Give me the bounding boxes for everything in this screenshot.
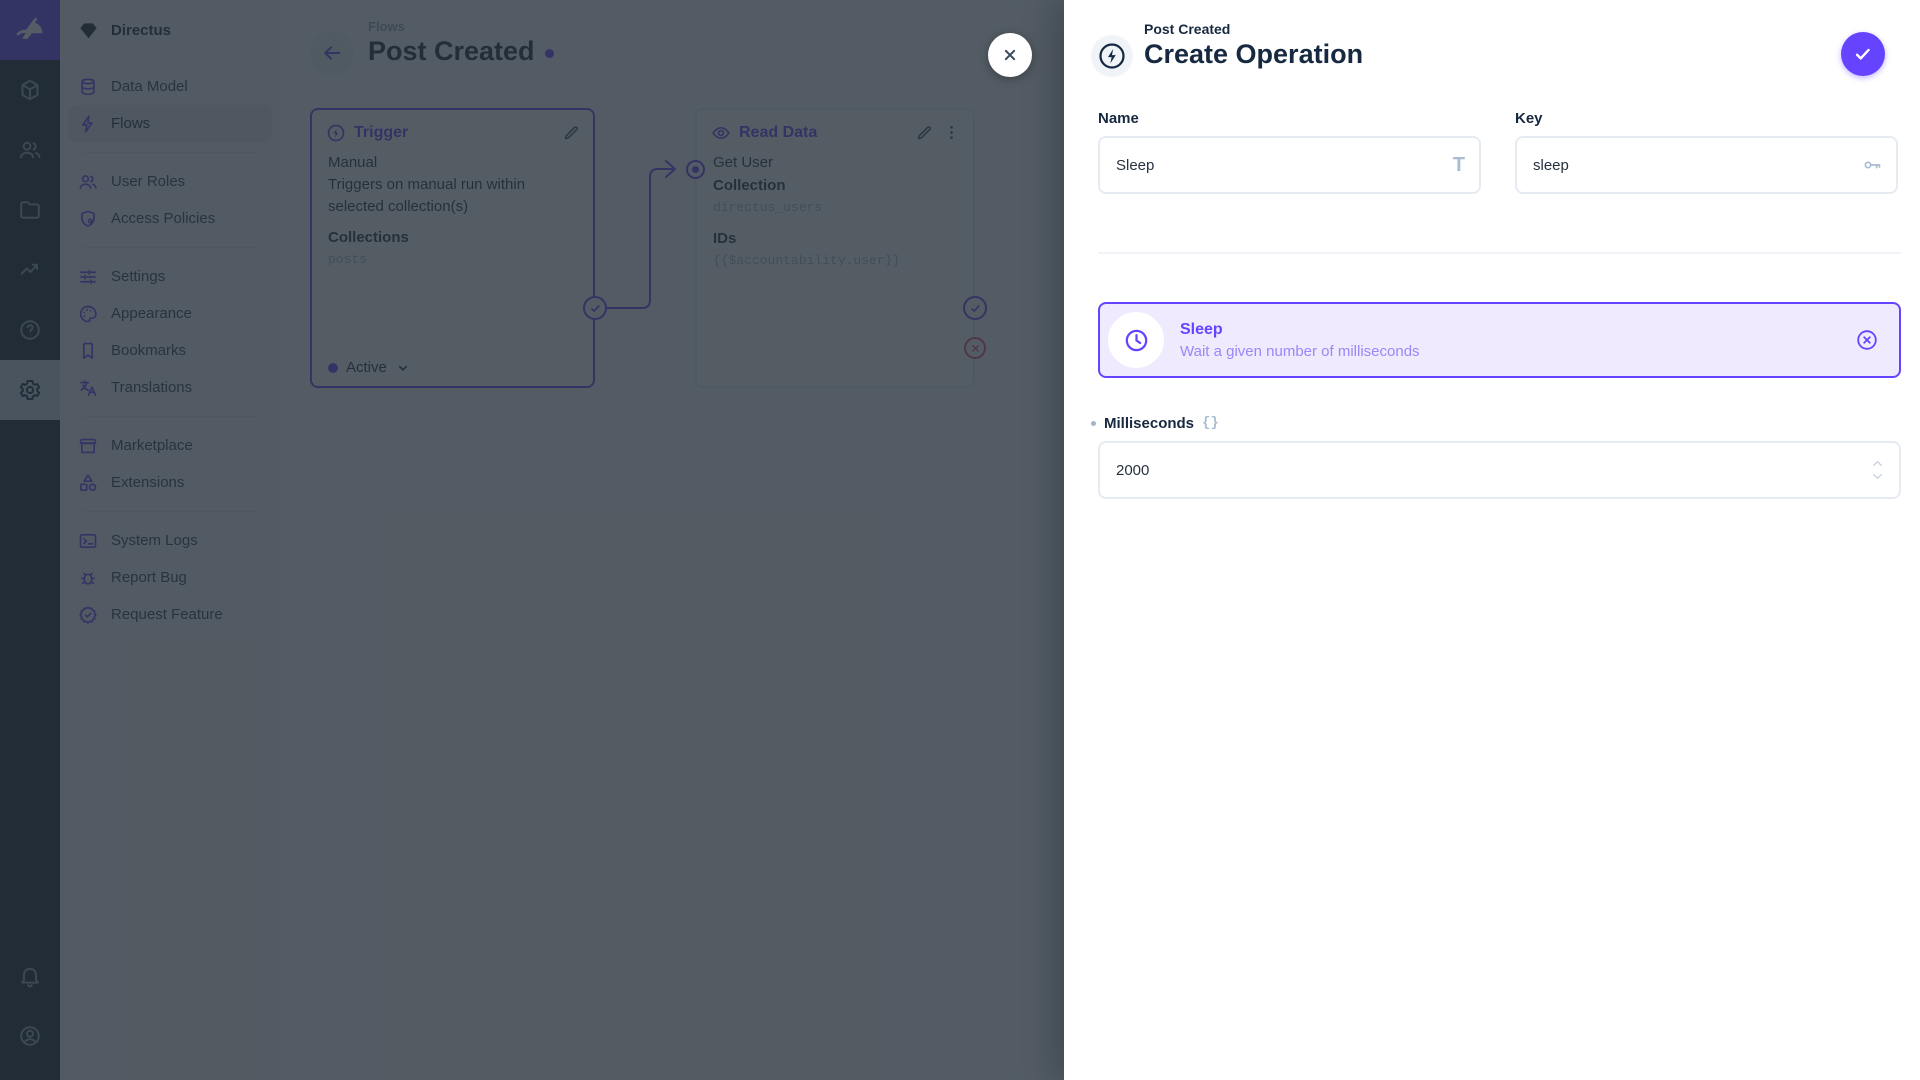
operation-type-card-sleep[interactable]: Sleep Wait a given number of millisecond… bbox=[1098, 302, 1901, 378]
name-field: Name T bbox=[1098, 110, 1481, 194]
drawer-title: Create Operation bbox=[1144, 39, 1364, 69]
check-icon bbox=[1855, 48, 1870, 60]
operation-card-texts: Sleep Wait a given number of millisecond… bbox=[1180, 321, 1420, 360]
close-icon bbox=[1004, 49, 1016, 61]
key-field: Key bbox=[1515, 110, 1898, 194]
key-input-box bbox=[1515, 136, 1898, 194]
milliseconds-input[interactable] bbox=[1116, 461, 1870, 479]
operation-card-description: Wait a given number of milliseconds bbox=[1180, 342, 1420, 360]
circled-x-icon bbox=[1857, 330, 1877, 350]
raw-value-braces-icon[interactable]: {} bbox=[1202, 415, 1219, 431]
milliseconds-input-box bbox=[1098, 441, 1901, 499]
key-icon bbox=[1862, 155, 1882, 175]
milliseconds-label: Milliseconds bbox=[1104, 414, 1195, 432]
required-dot bbox=[1091, 420, 1096, 426]
name-input[interactable] bbox=[1116, 156, 1453, 174]
drawer-close-button[interactable] bbox=[988, 33, 1032, 77]
title-case-icon: T bbox=[1452, 154, 1465, 176]
clock-icon bbox=[1108, 312, 1164, 368]
milliseconds-field: Milliseconds {} bbox=[1091, 414, 1901, 499]
save-button[interactable] bbox=[1841, 32, 1885, 76]
section-divider bbox=[1098, 252, 1901, 254]
directus-app: Directus Data Model Flows User Roles Acc… bbox=[0, 0, 1920, 1080]
circled-bolt-icon bbox=[1099, 43, 1125, 69]
operation-card-title: Sleep bbox=[1180, 320, 1223, 338]
deselect-operation-button[interactable] bbox=[1855, 328, 1879, 352]
key-input[interactable] bbox=[1533, 156, 1862, 174]
milliseconds-label-row: Milliseconds {} bbox=[1091, 414, 1901, 432]
drawer-breadcrumb: Post Created bbox=[1144, 21, 1231, 37]
create-operation-drawer: Post Created Create Operation Name T Key bbox=[1064, 0, 1920, 1080]
drawer-dim-overlay[interactable] bbox=[0, 0, 1064, 1080]
key-label: Key bbox=[1515, 109, 1543, 127]
stepper-up-icon[interactable] bbox=[1870, 458, 1885, 469]
number-stepper bbox=[1870, 458, 1885, 482]
name-input-box: T bbox=[1098, 136, 1481, 194]
stepper-down-icon[interactable] bbox=[1870, 471, 1885, 482]
name-label: Name bbox=[1098, 109, 1139, 127]
drawer-header-icon bbox=[1091, 35, 1133, 77]
